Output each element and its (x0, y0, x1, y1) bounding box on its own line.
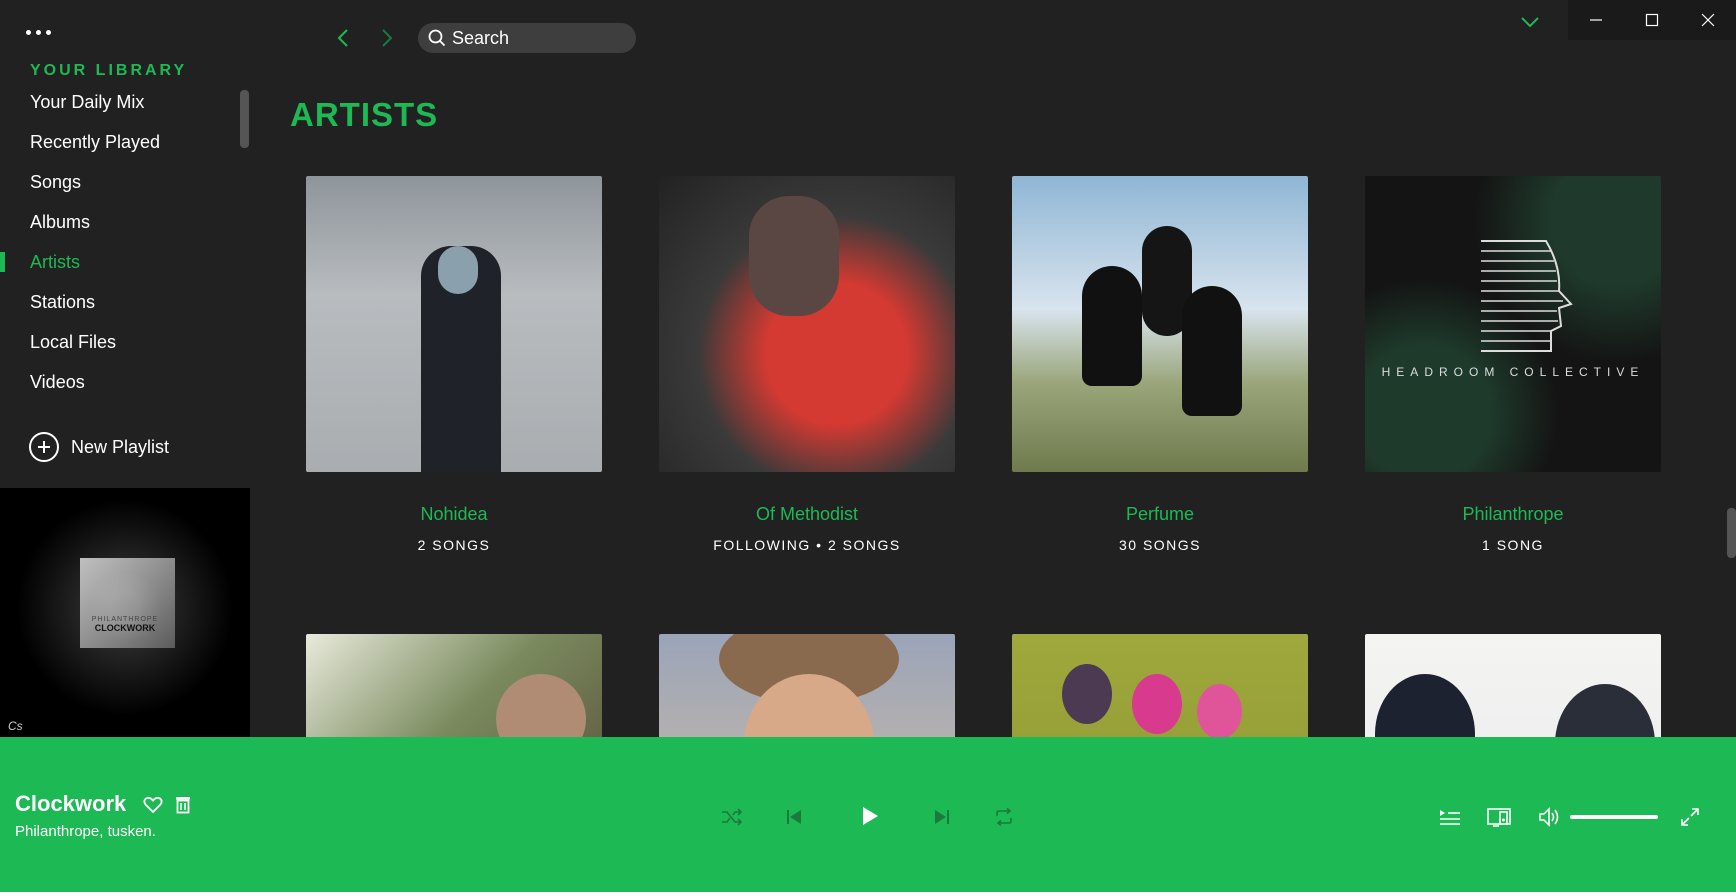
artist-card[interactable]: HEADROOM COLLECTIVE Philanthrope 1 SONG (1365, 176, 1661, 553)
new-playlist-button[interactable]: New Playlist (29, 432, 169, 462)
artist-card[interactable]: Of Methodist FOLLOWING • 2 SONGS (659, 176, 955, 553)
library-title: YOUR LIBRARY (30, 62, 188, 79)
artist-cover-image[interactable] (659, 176, 955, 472)
artwork-text: CLOCKWORK (94, 623, 156, 633)
maximize-icon (1645, 13, 1659, 27)
queue-icon (1440, 810, 1460, 825)
play-button[interactable] (856, 801, 884, 831)
artwork-subtext: PHILANTHROPE (91, 616, 159, 623)
maximize-button[interactable] (1624, 0, 1680, 40)
new-playlist-label: New Playlist (71, 436, 170, 457)
artist-card[interactable] (1365, 634, 1661, 737)
sidebar-item-recently-played[interactable]: Recently Played (0, 122, 240, 162)
chevron-right-icon (382, 29, 393, 47)
trash-icon (176, 797, 190, 814)
volume-icon (1539, 807, 1559, 827)
volume-slider[interactable] (1570, 815, 1658, 819)
player-bar: Clockwork Philanthrope, tusken. (0, 737, 1736, 896)
artist-card[interactable]: Perfume 30 SONGS (1012, 176, 1308, 553)
chevron-down-icon[interactable] (1516, 8, 1544, 36)
artist-cover-image[interactable] (659, 634, 955, 737)
sidebar-item-albums[interactable]: Albums (0, 202, 240, 242)
artist-card[interactable]: Nohidea 2 SONGS (306, 176, 602, 553)
artist-meta: 1 SONG (1482, 537, 1544, 553)
more-options-icon[interactable] (26, 22, 58, 42)
fullscreen-button[interactable] (1678, 805, 1702, 829)
repeat-button[interactable] (992, 805, 1016, 829)
sidebar-item-videos[interactable]: Videos (0, 362, 240, 402)
main-scrollbar[interactable] (1727, 508, 1736, 558)
minimize-icon (1590, 19, 1602, 21)
artist-meta: 30 SONGS (1118, 537, 1202, 553)
remove-button[interactable] (172, 794, 194, 816)
track-artist[interactable]: Philanthrope, tusken. (15, 823, 156, 840)
mute-button[interactable] (1536, 805, 1562, 829)
app-window: YOUR LIBRARY Your Daily Mix Recently Pla… (0, 0, 1736, 896)
previous-button[interactable] (782, 805, 806, 829)
search-box[interactable] (418, 23, 636, 53)
artist-name[interactable]: Perfume (1012, 504, 1308, 525)
forward-button[interactable] (372, 24, 400, 52)
search-icon (428, 29, 446, 47)
sidebar-item-songs[interactable]: Songs (0, 162, 240, 202)
repeat-icon (996, 808, 1012, 826)
playback-progress-bar[interactable] (0, 892, 1736, 896)
shuffle-icon (722, 808, 743, 826)
sidebar-item-local-files[interactable]: Local Files (0, 322, 240, 362)
now-playing-artwork[interactable]: PHILANTHROPE CLOCKWORK Cs (0, 488, 250, 737)
headroom-logo-text: HEADROOM COLLECTIVE (1381, 365, 1645, 379)
like-button[interactable] (142, 794, 164, 816)
artist-card[interactable] (659, 634, 955, 737)
next-button[interactable] (930, 805, 954, 829)
artist-cover-image[interactable] (1012, 634, 1308, 737)
page-title: ARTISTS (290, 96, 439, 133)
queue-button[interactable] (1438, 806, 1462, 828)
artist-name[interactable]: Philanthrope (1365, 504, 1661, 525)
sidebar: YOUR LIBRARY Your Daily Mix Recently Pla… (0, 0, 250, 737)
sidebar-item-daily-mix[interactable]: Your Daily Mix (0, 82, 240, 122)
skip-forward-icon (935, 810, 949, 824)
sidebar-item-artists[interactable]: Artists (0, 242, 240, 282)
devices-button[interactable] (1486, 805, 1512, 829)
close-button[interactable] (1680, 0, 1736, 40)
artist-cover-image[interactable]: HEADROOM COLLECTIVE (1365, 176, 1661, 472)
artist-grid: Nohidea 2 SONGS Of Methodist FOLLOWING •… (306, 176, 1666, 737)
sidebar-scrollbar[interactable] (240, 90, 249, 148)
artwork-signature-icon: Cs (8, 719, 23, 733)
artist-cover-image[interactable] (306, 634, 602, 737)
artist-cover-image[interactable] (1012, 176, 1308, 472)
artist-meta: 2 SONGS (417, 537, 491, 553)
artist-name[interactable]: Nohidea (306, 504, 602, 525)
minimize-button[interactable] (1568, 0, 1624, 40)
track-title[interactable]: Clockwork (15, 791, 126, 817)
library-nav: Your Daily Mix Recently Played Songs Alb… (0, 82, 240, 402)
headroom-logo-icon (1481, 240, 1573, 352)
sidebar-item-stations[interactable]: Stations (0, 282, 240, 322)
close-icon (1701, 13, 1715, 27)
heart-icon (143, 796, 163, 814)
chevron-left-icon (337, 29, 348, 47)
artist-name[interactable]: Of Methodist (659, 504, 955, 525)
expand-icon (1681, 808, 1699, 826)
search-input[interactable] (452, 27, 622, 49)
devices-icon (1487, 808, 1511, 827)
artist-meta: FOLLOWING • 2 SONGS (713, 537, 901, 553)
artist-card[interactable] (306, 634, 602, 737)
play-icon (863, 807, 878, 825)
skip-back-icon (787, 810, 801, 824)
artist-cover-image[interactable] (306, 176, 602, 472)
plus-circle-icon (29, 432, 59, 462)
shuffle-button[interactable] (720, 805, 744, 829)
back-button[interactable] (330, 24, 358, 52)
window-controls (1568, 0, 1736, 40)
artist-cover-image[interactable] (1365, 634, 1661, 737)
artist-card[interactable] (1012, 634, 1308, 737)
